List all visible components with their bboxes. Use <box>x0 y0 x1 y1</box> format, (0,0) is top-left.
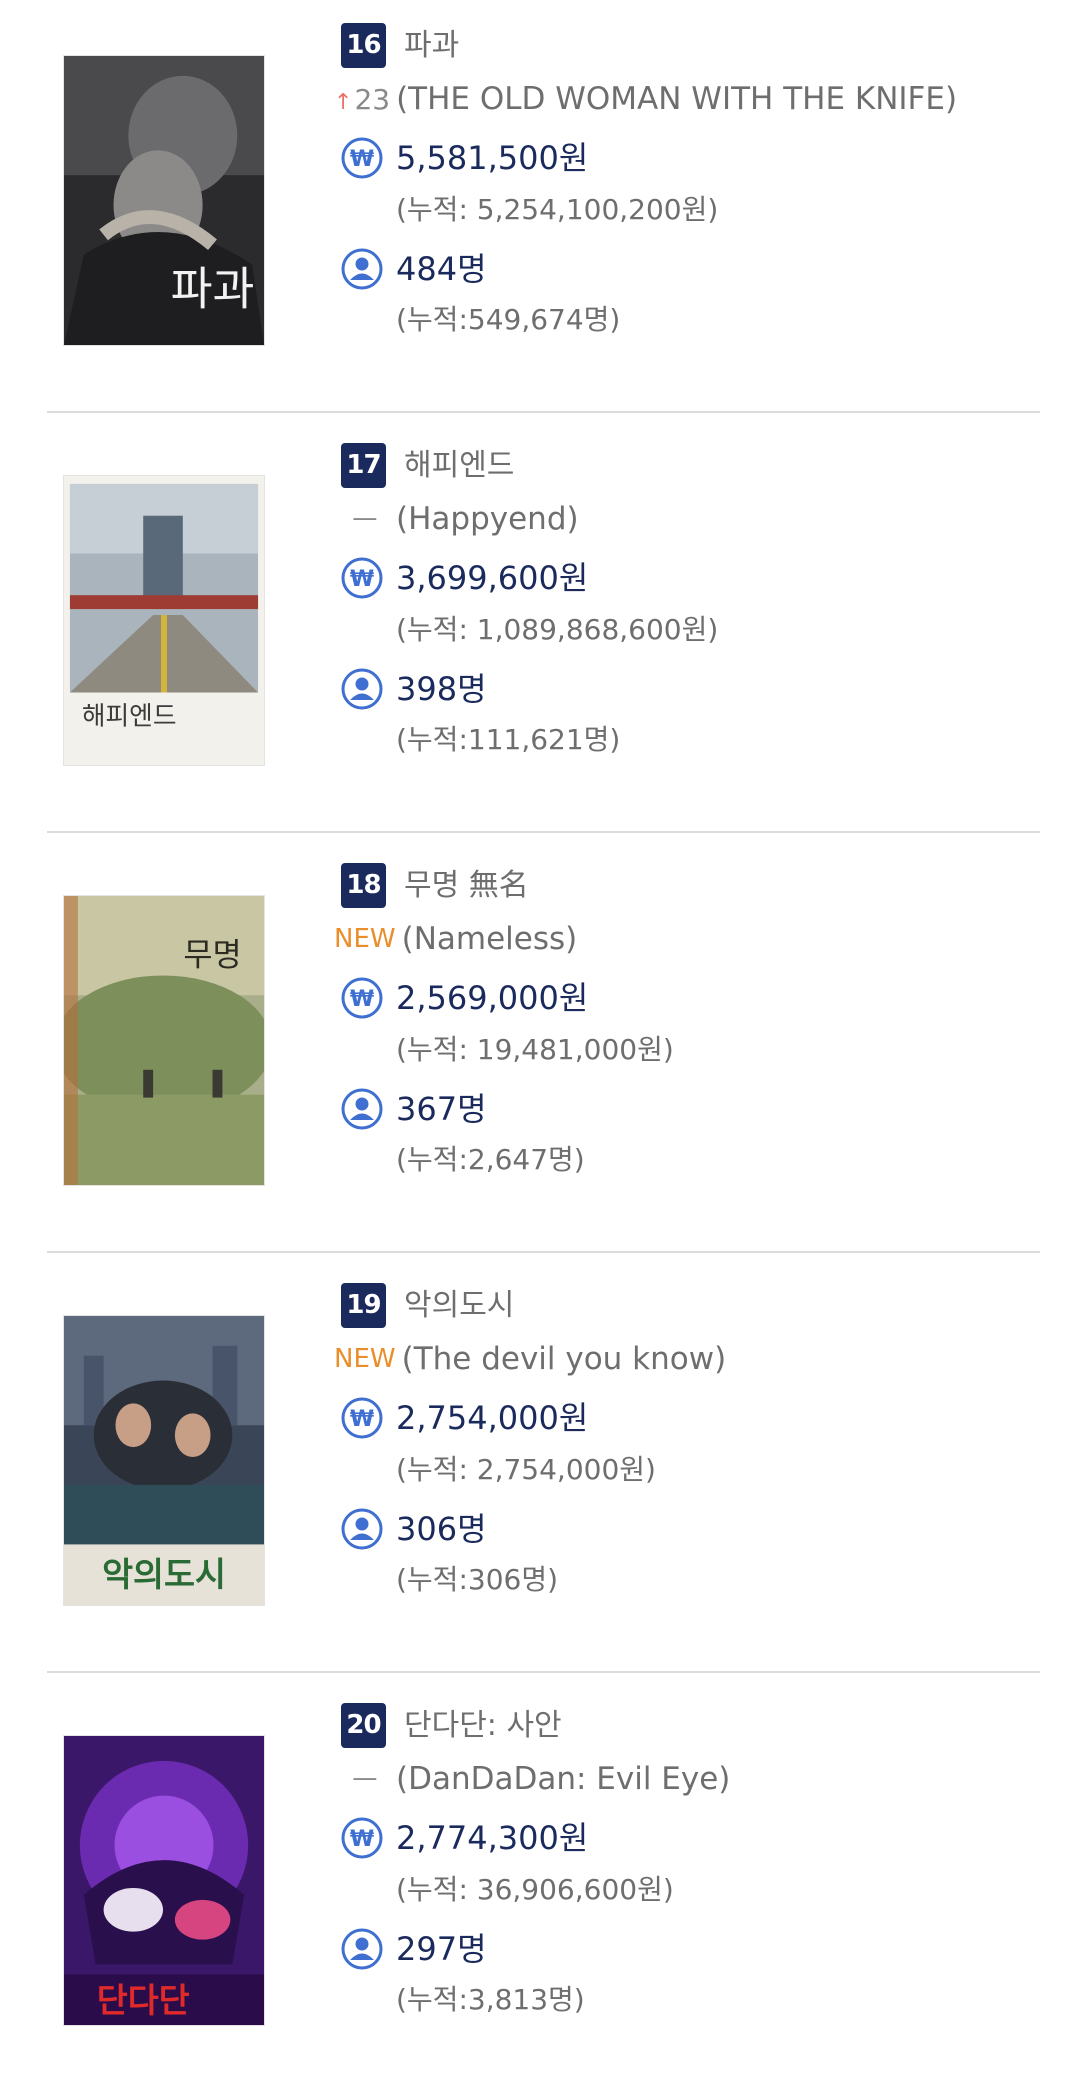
movie-title-korean[interactable]: 무명 無名 <box>404 864 529 908</box>
person-icon <box>340 247 384 291</box>
movie-entry[interactable]: 해피엔드 17 해피엔드 ㅡ (Happyend) ₩ 3,699,600원 (… <box>0 420 1080 840</box>
rank-change-row: ㅡ (DanDaDan: Evil Eye) <box>334 1756 730 1802</box>
cumulative-audience: (누적:549,674명) <box>396 303 621 336</box>
rank-change-indicator: ㅡ <box>352 504 378 537</box>
svg-text:₩: ₩ <box>350 1407 374 1432</box>
won-coin-icon: ₩ <box>340 556 384 600</box>
daily-audience: 306명 <box>396 1510 487 1548</box>
movie-poster[interactable]: 무명 <box>63 895 265 1186</box>
svg-text:₩: ₩ <box>350 147 374 172</box>
rank-change-row: NEW (The devil you know) <box>334 1336 726 1382</box>
daily-audience: 367명 <box>396 1090 487 1128</box>
rank-change-indicator: ㅡ <box>352 1764 378 1797</box>
daily-audience: 398명 <box>396 670 487 708</box>
cumulative-revenue: (누적: 19,481,000원) <box>396 1033 674 1066</box>
rank-badge: 20 <box>341 1703 386 1748</box>
cumulative-audience: (누적:3,813명) <box>396 1983 585 2016</box>
movie-entry[interactable]: 악의도시 19 악의도시 NEW (The devil you know) ₩ … <box>0 1260 1080 1680</box>
movie-title-english: (The devil you know) <box>401 1341 727 1377</box>
person-icon <box>340 1507 384 1551</box>
movie-poster[interactable]: 악의도시 <box>63 1315 265 1606</box>
movie-poster[interactable]: 해피엔드 <box>63 475 265 766</box>
cumulative-audience: (누적:111,621명) <box>396 723 621 756</box>
rank-badge: 18 <box>341 863 386 908</box>
new-entry-label: NEW <box>334 1344 396 1374</box>
cumulative-audience: (누적:306명) <box>396 1563 559 1596</box>
movie-poster[interactable]: 단다단 <box>63 1735 265 2026</box>
person-icon <box>340 1927 384 1971</box>
new-entry-label: NEW <box>334 924 396 954</box>
cumulative-revenue: (누적: 5,254,100,200원) <box>396 193 719 226</box>
movie-entry[interactable]: 단다단 20 단다단: 사안 ㅡ (DanDaDan: Evil Eye) ₩ … <box>0 1680 1080 2100</box>
movie-title-korean[interactable]: 단다단: 사안 <box>404 1704 562 1748</box>
poster-image: 단다단 <box>64 1736 264 2025</box>
svg-text:₩: ₩ <box>350 567 374 592</box>
daily-revenue: 2,569,000원 <box>396 979 589 1017</box>
poster-image: 파과 <box>64 56 264 345</box>
arrow-up-icon: ↑ <box>334 89 353 115</box>
movie-poster[interactable]: 파과 <box>63 55 265 346</box>
movie-entry[interactable]: 무명 18 무명 無名 NEW (Nameless) ₩ 2,569,000원 … <box>0 840 1080 1260</box>
entry-divider <box>47 411 1040 413</box>
won-coin-icon: ₩ <box>340 1816 384 1860</box>
won-coin-icon: ₩ <box>340 136 384 180</box>
cumulative-revenue: (누적: 36,906,600원) <box>396 1873 674 1906</box>
rank-change-indicator: ↑23 <box>334 83 390 116</box>
daily-revenue: 2,774,300원 <box>396 1819 589 1857</box>
movie-title-english: (DanDaDan: Evil Eye) <box>396 1761 731 1797</box>
poster-image: 해피엔드 <box>64 476 264 765</box>
poster-image: 악의도시 <box>64 1316 264 1605</box>
movie-title-english: (Happyend) <box>396 501 579 537</box>
person-icon <box>340 667 384 711</box>
cumulative-revenue: (누적: 2,754,000원) <box>396 1453 656 1486</box>
daily-audience: 297명 <box>396 1930 487 1968</box>
poster-title-text: 파과 <box>171 262 255 315</box>
daily-revenue: 3,699,600원 <box>396 559 589 597</box>
person-icon <box>340 1087 384 1131</box>
movie-title-korean[interactable]: 악의도시 <box>404 1284 514 1328</box>
won-coin-icon: ₩ <box>340 1396 384 1440</box>
daily-revenue: 2,754,000원 <box>396 1399 589 1437</box>
poster-title-text: 해피엔드 <box>82 701 177 731</box>
cumulative-audience: (누적:2,647명) <box>396 1143 585 1176</box>
entry-divider <box>47 1671 1040 1673</box>
rank-badge: 17 <box>341 443 386 488</box>
daily-revenue: 5,581,500원 <box>396 139 589 177</box>
daily-audience: 484명 <box>396 250 487 288</box>
poster-title-text: 무명 <box>183 937 241 973</box>
rank-change-row: ↑23 (THE OLD WOMAN WITH THE KNIFE) <box>334 76 957 122</box>
cumulative-revenue: (누적: 1,089,868,600원) <box>396 613 719 646</box>
svg-text:₩: ₩ <box>350 987 374 1012</box>
movie-entry[interactable]: 파과 16 파과 ↑23 (THE OLD WOMAN WITH THE KNI… <box>0 0 1080 420</box>
rank-change-value: 23 <box>354 82 391 116</box>
rank-badge: 19 <box>341 1283 386 1328</box>
rank-change-row: NEW (Nameless) <box>334 916 577 962</box>
poster-image: 무명 <box>64 896 264 1185</box>
movie-title-english: (Nameless) <box>401 921 578 957</box>
movie-title-korean[interactable]: 파과 <box>404 24 459 68</box>
entry-divider <box>47 1251 1040 1253</box>
movie-title-korean[interactable]: 해피엔드 <box>404 444 514 488</box>
rank-change-row: ㅡ (Happyend) <box>334 496 579 542</box>
poster-title-text: 악의도시 <box>102 1555 226 1594</box>
svg-text:₩: ₩ <box>350 1827 374 1852</box>
poster-title-text: 단다단 <box>97 1981 190 2020</box>
won-coin-icon: ₩ <box>340 976 384 1020</box>
movie-title-english: (THE OLD WOMAN WITH THE KNIFE) <box>396 81 958 117</box>
rank-badge: 16 <box>341 23 386 68</box>
entry-divider <box>47 831 1040 833</box>
